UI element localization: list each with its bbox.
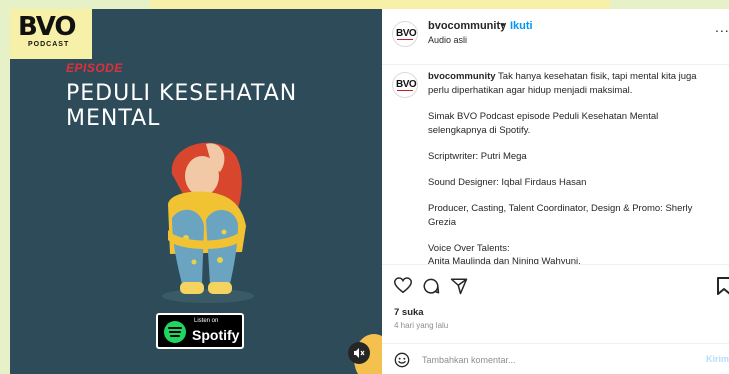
comment-bar: Kirim bbox=[382, 343, 729, 374]
bookmark-icon[interactable] bbox=[717, 277, 729, 295]
spotify-icon bbox=[164, 321, 186, 343]
caption-area: BVO bvocommunity Tak hanya kesehatan fis… bbox=[382, 66, 729, 264]
comment-icon[interactable] bbox=[422, 277, 440, 295]
comment-input[interactable] bbox=[422, 352, 692, 368]
brand-logo-sub: PODCAST bbox=[28, 41, 70, 48]
post-details-panel: BVO bvocommunity • Ikuti Audio asli ... … bbox=[382, 9, 729, 374]
caption-line-5: Producer, Casting, Talent Coordinator, D… bbox=[428, 203, 693, 228]
avatar[interactable]: BVO bbox=[392, 21, 418, 47]
post-media[interactable]: BVO PODCAST EPISODE PEDULI KESEHATAN MEN… bbox=[10, 9, 382, 374]
caption-text: bvocommunity Tak hanya kesehatan fisik, … bbox=[428, 70, 718, 98]
episode-label: EPISODE bbox=[66, 61, 123, 75]
header-username[interactable]: bvocommunity bbox=[428, 20, 506, 32]
heart-icon[interactable] bbox=[394, 277, 412, 294]
like-count[interactable]: 7 suka bbox=[394, 307, 424, 318]
post-header: BVO bvocommunity • Ikuti Audio asli ... bbox=[382, 9, 729, 65]
caption-line-6b: Anita Maulinda dan Nining Wahyuni. bbox=[428, 256, 581, 264]
spotify-listen-label: Listen on bbox=[194, 318, 219, 324]
listen-on-spotify-badge[interactable]: Listen on Spotify bbox=[156, 313, 244, 349]
post-time: 4 hari yang lalu bbox=[394, 321, 449, 330]
sitting-person-illustration bbox=[162, 142, 254, 303]
post-comment-button[interactable]: Kirim bbox=[706, 354, 729, 364]
audio-label[interactable]: Audio asli bbox=[428, 35, 467, 45]
post-actions: 7 suka 4 hari yang lalu Kirim bbox=[382, 264, 729, 374]
episode-title: PEDULI KESEHATAN MENTAL bbox=[66, 81, 298, 131]
caption-line-2: Simak BVO Podcast episode Peduli Kesehat… bbox=[428, 111, 659, 136]
caption-avatar[interactable]: BVO bbox=[392, 72, 418, 98]
emoji-icon[interactable] bbox=[394, 352, 410, 368]
brand-logo: BVO PODCAST bbox=[18, 13, 84, 53]
spotify-name: Spotify bbox=[192, 327, 240, 343]
more-options-icon[interactable]: ... bbox=[715, 19, 729, 35]
caption-line-4: Sound Designer: Iqbal Firdaus Hasan bbox=[428, 177, 587, 188]
speaker-muted-icon[interactable] bbox=[348, 342, 370, 364]
caption-username[interactable]: bvocommunity bbox=[428, 71, 496, 82]
caption-line-6a: Voice Over Talents: bbox=[428, 243, 510, 254]
header-separator: • bbox=[501, 19, 505, 31]
follow-button[interactable]: Ikuti bbox=[510, 20, 533, 32]
caption-line-3: Scriptwriter: Putri Mega bbox=[428, 151, 527, 162]
share-icon[interactable] bbox=[450, 277, 468, 295]
brand-logo-text: BVO bbox=[18, 12, 77, 42]
